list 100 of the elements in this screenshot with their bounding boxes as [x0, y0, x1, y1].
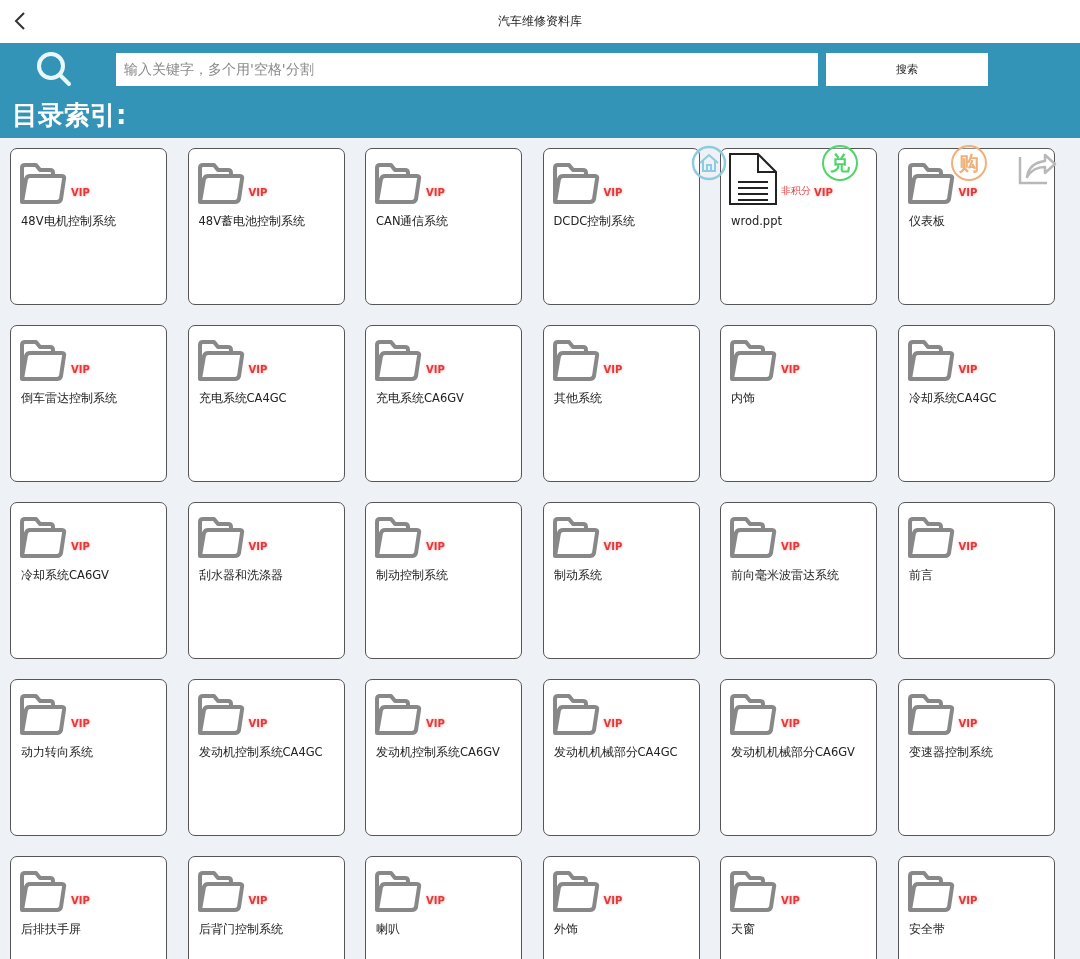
vip-label: VIP — [781, 718, 800, 729]
folder-card[interactable]: VIP 内饰 — [720, 325, 877, 482]
folder-card[interactable]: VIP 后排扶手屏 — [10, 856, 167, 959]
folder-icon — [905, 516, 956, 560]
vip-label: VIP — [71, 895, 90, 906]
search-button[interactable]: 搜索 — [826, 52, 988, 86]
folder-card[interactable]: VIP 48V电机控制系统 — [10, 148, 167, 305]
folder-icon — [373, 339, 423, 383]
folder-icon — [373, 162, 423, 206]
vip-label: VIP — [426, 895, 445, 906]
folder-icon — [373, 870, 423, 914]
document-icon — [728, 152, 778, 206]
item-name: 发动机控制系统CA4GC — [197, 745, 324, 760]
item-name: 冷却系统CA4GC — [907, 391, 998, 406]
folder-card[interactable]: VIP 外饰 — [542, 856, 700, 959]
vip-label: VIP — [603, 187, 623, 198]
folder-card[interactable]: VIP 变速器控制系统 — [897, 679, 1055, 836]
folder-card[interactable]: VIP 发动机机械部分CA6GV — [720, 679, 877, 836]
vip-label: VIP — [426, 364, 445, 375]
folder-icon — [18, 516, 68, 560]
item-name: 内饰 — [730, 391, 756, 406]
item-name: 充电系统CA6GV — [375, 391, 465, 406]
folder-icon — [18, 162, 68, 206]
folder-icon — [195, 870, 246, 914]
vip-label: VIP — [248, 187, 268, 198]
folder-card[interactable]: VIP DCDC控制系统 — [542, 148, 700, 305]
folder-card[interactable]: VIP 其他系统 — [542, 325, 700, 482]
folder-card[interactable]: VIP 前言 — [897, 502, 1055, 659]
vip-label: VIP — [958, 718, 978, 729]
folder-card[interactable]: VIP 后背门控制系统 — [187, 856, 345, 959]
item-name: 其他系统 — [552, 391, 603, 406]
item-name: 制动控制系统 — [375, 568, 449, 583]
folder-card[interactable]: VIP 发动机机械部分CA4GC — [542, 679, 700, 836]
folder-card[interactable]: VIP 前向毫米波雷达系统 — [720, 502, 877, 659]
item-name: 变速器控制系统 — [907, 745, 994, 760]
item-name: wrod.ppt — [730, 214, 783, 228]
folder-icon — [905, 870, 956, 914]
search-icon — [36, 51, 72, 87]
folder-icon — [728, 516, 778, 560]
folder-icon — [18, 693, 68, 737]
folder-card[interactable]: VIP 天窗 — [720, 856, 877, 959]
folder-card[interactable]: VIP 冷却系统CA4GC — [897, 325, 1055, 482]
vip-label: VIP — [426, 187, 445, 198]
item-name: 外饰 — [552, 922, 579, 937]
folder-card[interactable]: VIP 发动机控制系统CA4GC — [187, 679, 345, 836]
folder-icon — [905, 693, 956, 737]
vip-label: VIP — [781, 364, 800, 375]
folder-card[interactable]: VIP 刮水器和洗涤器 — [187, 502, 345, 659]
vip-label: VIP — [71, 718, 90, 729]
item-name: 仪表板 — [907, 214, 946, 229]
folder-icon — [18, 870, 68, 914]
item-name: 制动系统 — [552, 568, 603, 583]
vip-label: VIP — [781, 541, 800, 552]
folder-icon — [905, 339, 956, 383]
item-name: 后排扶手屏 — [20, 922, 82, 937]
folder-icon — [550, 339, 601, 383]
vip-label: VIP — [71, 541, 90, 552]
item-name: 倒车雷达控制系统 — [20, 391, 118, 406]
item-name: 48V蓄电池控制系统 — [197, 214, 306, 229]
folder-card[interactable]: VIP 喇叭 — [365, 856, 522, 959]
item-name: 前言 — [907, 568, 934, 583]
folder-card[interactable]: VIP 发动机控制系统CA6GV — [365, 679, 522, 836]
folder-icon — [550, 516, 601, 560]
folder-card[interactable]: VIP CAN通信系统 — [365, 148, 522, 305]
folder-icon — [195, 339, 246, 383]
page-title: 汽车维修资料库 — [498, 13, 582, 30]
item-name: 48V电机控制系统 — [20, 214, 117, 229]
item-name: 发动机机械部分CA6GV — [730, 745, 856, 760]
folder-card[interactable]: VIP 动力转向系统 — [10, 679, 167, 836]
folder-card[interactable]: VIP 倒车雷达控制系统 — [10, 325, 167, 482]
vip-label: VIP — [248, 541, 268, 552]
vip-label: VIP — [958, 364, 978, 375]
vip-label: VIP — [603, 718, 623, 729]
folder-icon — [728, 870, 778, 914]
folder-card[interactable]: VIP 制动控制系统 — [365, 502, 522, 659]
section-title: 目录索引: — [11, 99, 128, 132]
folder-card[interactable]: VIP 充电系统CA4GC — [187, 325, 345, 482]
folder-icon — [195, 162, 246, 206]
back-icon[interactable] — [14, 11, 26, 31]
vip-label: VIP — [248, 364, 268, 375]
folder-icon — [195, 693, 246, 737]
search-field[interactable]: 输入关键字，多个用'空格'分割 — [116, 52, 818, 86]
vip-label: VIP — [426, 541, 445, 552]
home-icon[interactable] — [691, 145, 727, 181]
folder-card[interactable]: VIP 48V蓄电池控制系统 — [187, 148, 345, 305]
item-name: 前向毫米波雷达系统 — [730, 568, 840, 583]
vip-label: VIP — [603, 895, 623, 906]
folder-icon — [373, 693, 423, 737]
folder-card[interactable]: VIP 安全带 — [897, 856, 1055, 959]
folder-card[interactable]: VIP 冷却系统CA6GV — [10, 502, 167, 659]
item-name: 喇叭 — [375, 922, 401, 937]
vip-label: VIP — [426, 718, 445, 729]
item-name: 动力转向系统 — [20, 745, 94, 760]
vip-label: VIP — [814, 187, 833, 198]
folder-card[interactable]: VIP 充电系统CA6GV — [365, 325, 522, 482]
item-name: 后背门控制系统 — [197, 922, 284, 937]
item-name: DCDC控制系统 — [552, 214, 637, 229]
vip-label: VIP — [603, 364, 623, 375]
folder-icon — [728, 693, 778, 737]
folder-card[interactable]: VIP 制动系统 — [542, 502, 700, 659]
